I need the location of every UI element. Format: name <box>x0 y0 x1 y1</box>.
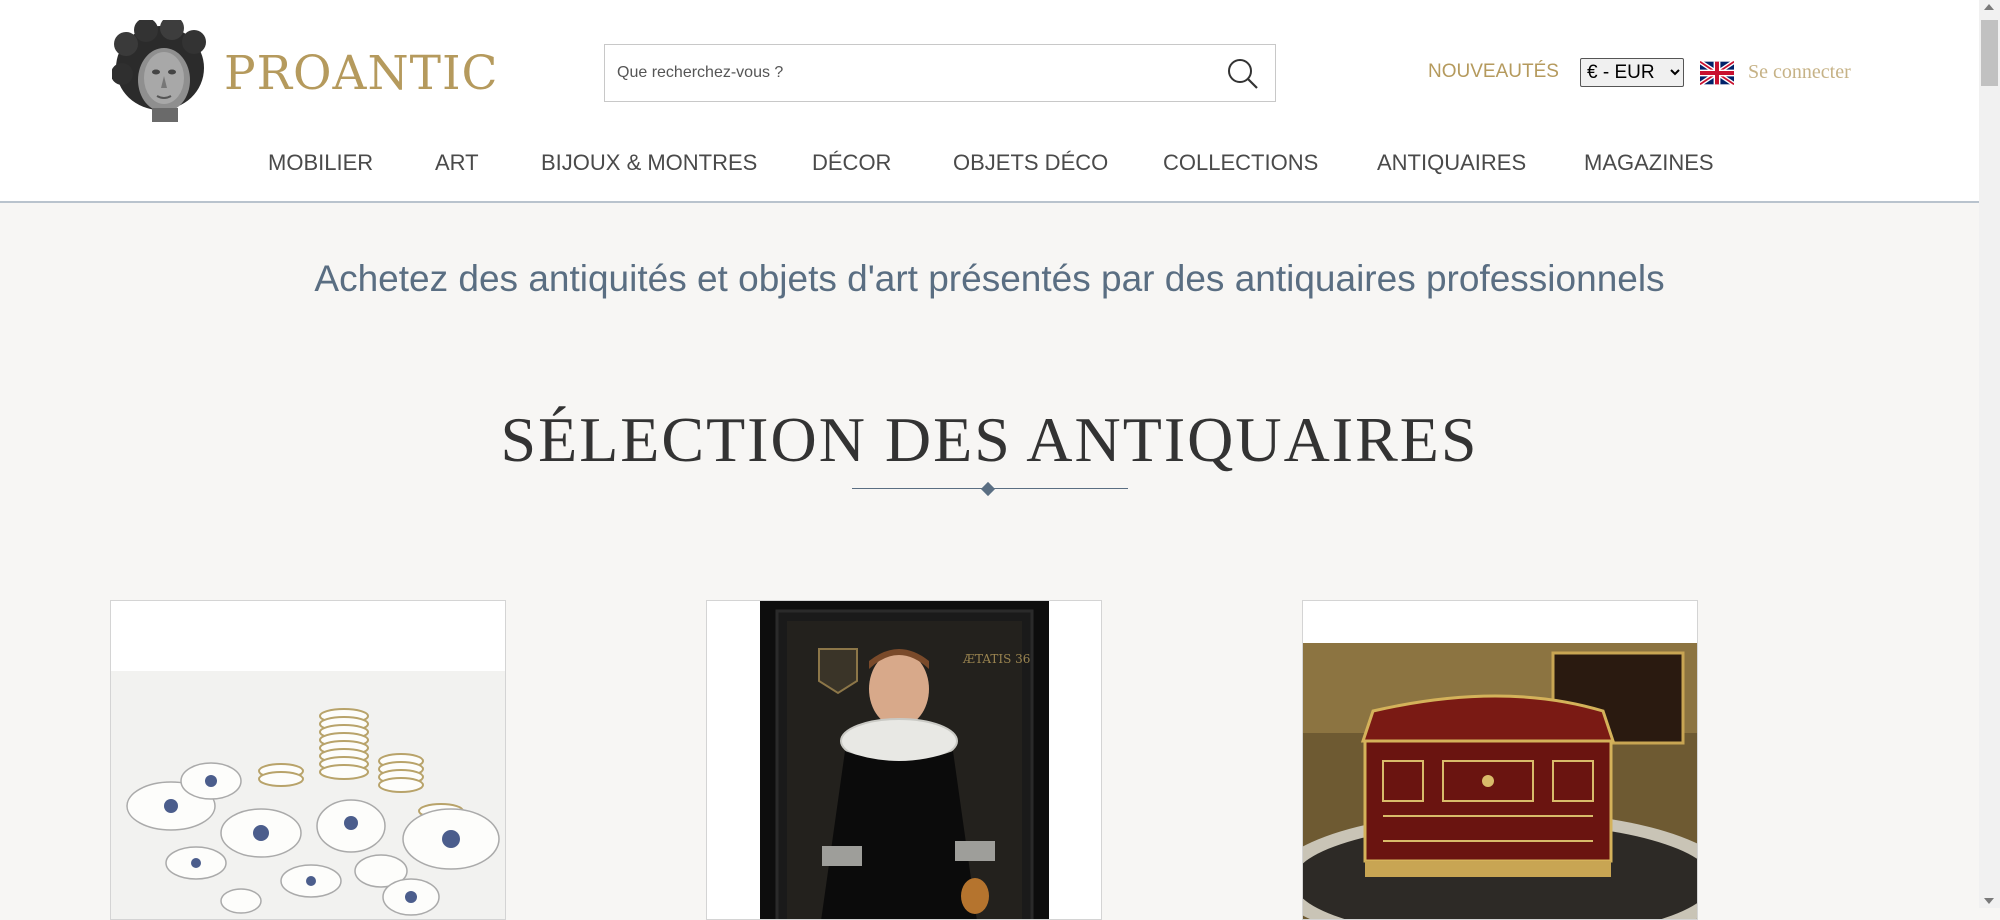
product-card-jewelry-box[interactable] <box>1302 600 1698 920</box>
uk-flag-icon[interactable] <box>1698 59 1736 87</box>
divider-diamond-icon <box>980 481 996 497</box>
scroll-up-arrow-icon[interactable] <box>1984 4 1994 10</box>
page-scrollbar[interactable] <box>1979 0 2000 908</box>
porcelain-dinner-service-image[interactable] <box>111 601 506 920</box>
nav-item-mobilier[interactable]: MOBILIER <box>268 148 373 178</box>
product-card-porcelain[interactable] <box>110 600 506 920</box>
nav-item-collections[interactable]: COLLECTIONS <box>1163 148 1318 178</box>
scroll-down-arrow-icon[interactable] <box>1984 898 1994 904</box>
search-input[interactable] <box>605 45 1205 101</box>
login-link[interactable]: Se connecter <box>1748 60 1851 84</box>
main-nav: MOBILIER ART BIJOUX & MONTRES DÉCOR OBJE… <box>0 148 1979 178</box>
nav-item-objets-deco[interactable]: OBJETS DÉCO <box>953 148 1108 178</box>
svg-text:ÆTATIS 36: ÆTATIS 36 <box>962 652 1030 666</box>
search-bar <box>604 44 1276 102</box>
page-tagline: Achetez des antiquités et objets d'art p… <box>314 258 1665 299</box>
product-card-portrait[interactable]: ÆTATIS 36 <box>706 600 1102 920</box>
portrait-painting-image[interactable]: ÆTATIS 36 <box>707 601 1102 920</box>
logo-wordmark[interactable]: PROANTIC <box>224 44 499 104</box>
logo-head-icon[interactable] <box>111 16 210 124</box>
site-header: PROANTIC NOUVEAUTÉS € - EUR Se connecter… <box>0 0 1979 203</box>
nouveautes-link[interactable]: NOUVEAUTÉS <box>1428 60 1559 84</box>
section-title: SÉLECTION DES ANTIQUAIRES <box>500 404 1479 475</box>
nav-item-decor[interactable]: DÉCOR <box>812 148 891 178</box>
boulle-jewelry-box-image[interactable] <box>1303 601 1698 920</box>
nav-item-art[interactable]: ART <box>435 148 479 178</box>
nav-item-antiquaires[interactable]: ANTIQUAIRES <box>1377 148 1526 178</box>
nav-item-bijoux-montres[interactable]: BIJOUX & MONTRES <box>541 148 757 178</box>
search-icon[interactable] <box>1225 56 1261 92</box>
scroll-thumb[interactable] <box>1981 20 1998 86</box>
currency-select[interactable]: € - EUR <box>1580 58 1684 87</box>
nav-item-magazines[interactable]: MAGAZINES <box>1584 148 1714 178</box>
